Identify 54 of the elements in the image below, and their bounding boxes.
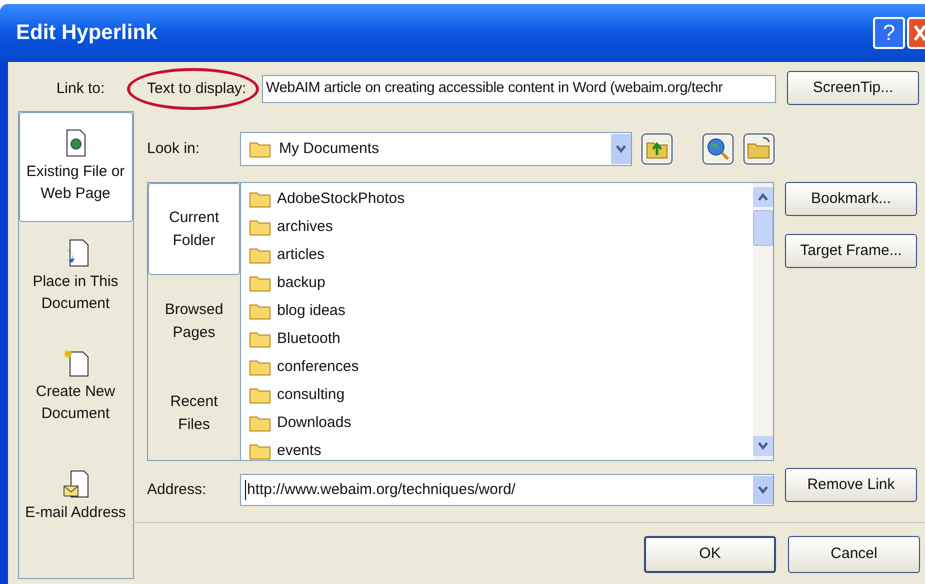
- folder-item[interactable]: conferences: [249, 353, 753, 381]
- folder-icon: [249, 246, 271, 264]
- folder-icon: [249, 386, 271, 404]
- remove-link-button[interactable]: Remove Link: [785, 468, 917, 502]
- ok-button[interactable]: OK: [644, 536, 776, 573]
- address-dropdown[interactable]: http://www.webaim.org/techniques/word/: [240, 474, 774, 506]
- address-label: Address:: [147, 480, 208, 500]
- folder-item[interactable]: events: [249, 437, 753, 460]
- folder-item[interactable]: archives: [249, 213, 753, 241]
- new-document-icon: [62, 348, 88, 376]
- window-title: Edit Hyperlink: [16, 20, 158, 46]
- folder-item[interactable]: consulting: [249, 381, 753, 409]
- scroll-down-icon[interactable]: [757, 442, 769, 450]
- folder-item[interactable]: AdobeStockPhotos: [249, 185, 753, 213]
- folder-icon: [249, 442, 271, 460]
- source-tab[interactable]: Current Folder: [148, 183, 240, 275]
- folder-icon: [249, 274, 271, 292]
- source-tab[interactable]: Recent Files: [148, 367, 240, 459]
- folder-icon: [249, 330, 271, 348]
- folder-icon: [249, 218, 271, 236]
- target-frame-button[interactable]: Target Frame...: [785, 234, 917, 268]
- globe-search-icon[interactable]: [702, 133, 734, 165]
- link-type-button[interactable]: Existing File or Web Page: [18, 112, 132, 222]
- link-type-button[interactable]: Create New Document: [18, 332, 132, 442]
- folder-item[interactable]: Downloads: [249, 409, 753, 437]
- up-folder-icon[interactable]: [641, 133, 673, 165]
- folder-icon: [249, 140, 271, 158]
- folder-icon: [249, 414, 271, 432]
- look-in-dropdown[interactable]: My Documents: [240, 132, 632, 166]
- help-button[interactable]: ?: [873, 17, 905, 49]
- scroll-thumb[interactable]: [753, 210, 773, 246]
- close-icon[interactable]: [907, 17, 925, 49]
- folder-item[interactable]: Bluetooth: [249, 325, 753, 353]
- document-globe-icon: [64, 128, 88, 156]
- folder-item[interactable]: articles: [249, 241, 753, 269]
- text-to-display-field[interactable]: WebAIM article on creating accessible content in Word (webaim.org/techr: [262, 75, 776, 103]
- document-envelope-icon: [62, 470, 88, 498]
- link-to-label: Link to:: [56, 79, 105, 99]
- link-type-button[interactable]: E-mail Address: [18, 442, 132, 552]
- scrollbar[interactable]: [753, 183, 773, 460]
- folder-item[interactable]: backup: [249, 269, 753, 297]
- source-tab[interactable]: Browsed Pages: [148, 275, 240, 367]
- folder-icon: [249, 358, 271, 376]
- folder-icon: [249, 190, 271, 208]
- screentip-button[interactable]: ScreenTip...: [787, 71, 919, 105]
- folder-item[interactable]: blog ideas: [249, 297, 753, 325]
- scroll-up-icon[interactable]: [757, 193, 769, 201]
- link-type-button[interactable]: Place in This Document: [18, 222, 132, 332]
- browse-folder-icon[interactable]: [743, 133, 775, 165]
- cancel-button[interactable]: Cancel: [788, 536, 920, 573]
- look-in-label: Look in:: [147, 138, 201, 159]
- folder-icon: [249, 302, 271, 320]
- text-to-display-label: Text to display:: [147, 80, 246, 97]
- bookmark-button[interactable]: Bookmark...: [785, 182, 917, 216]
